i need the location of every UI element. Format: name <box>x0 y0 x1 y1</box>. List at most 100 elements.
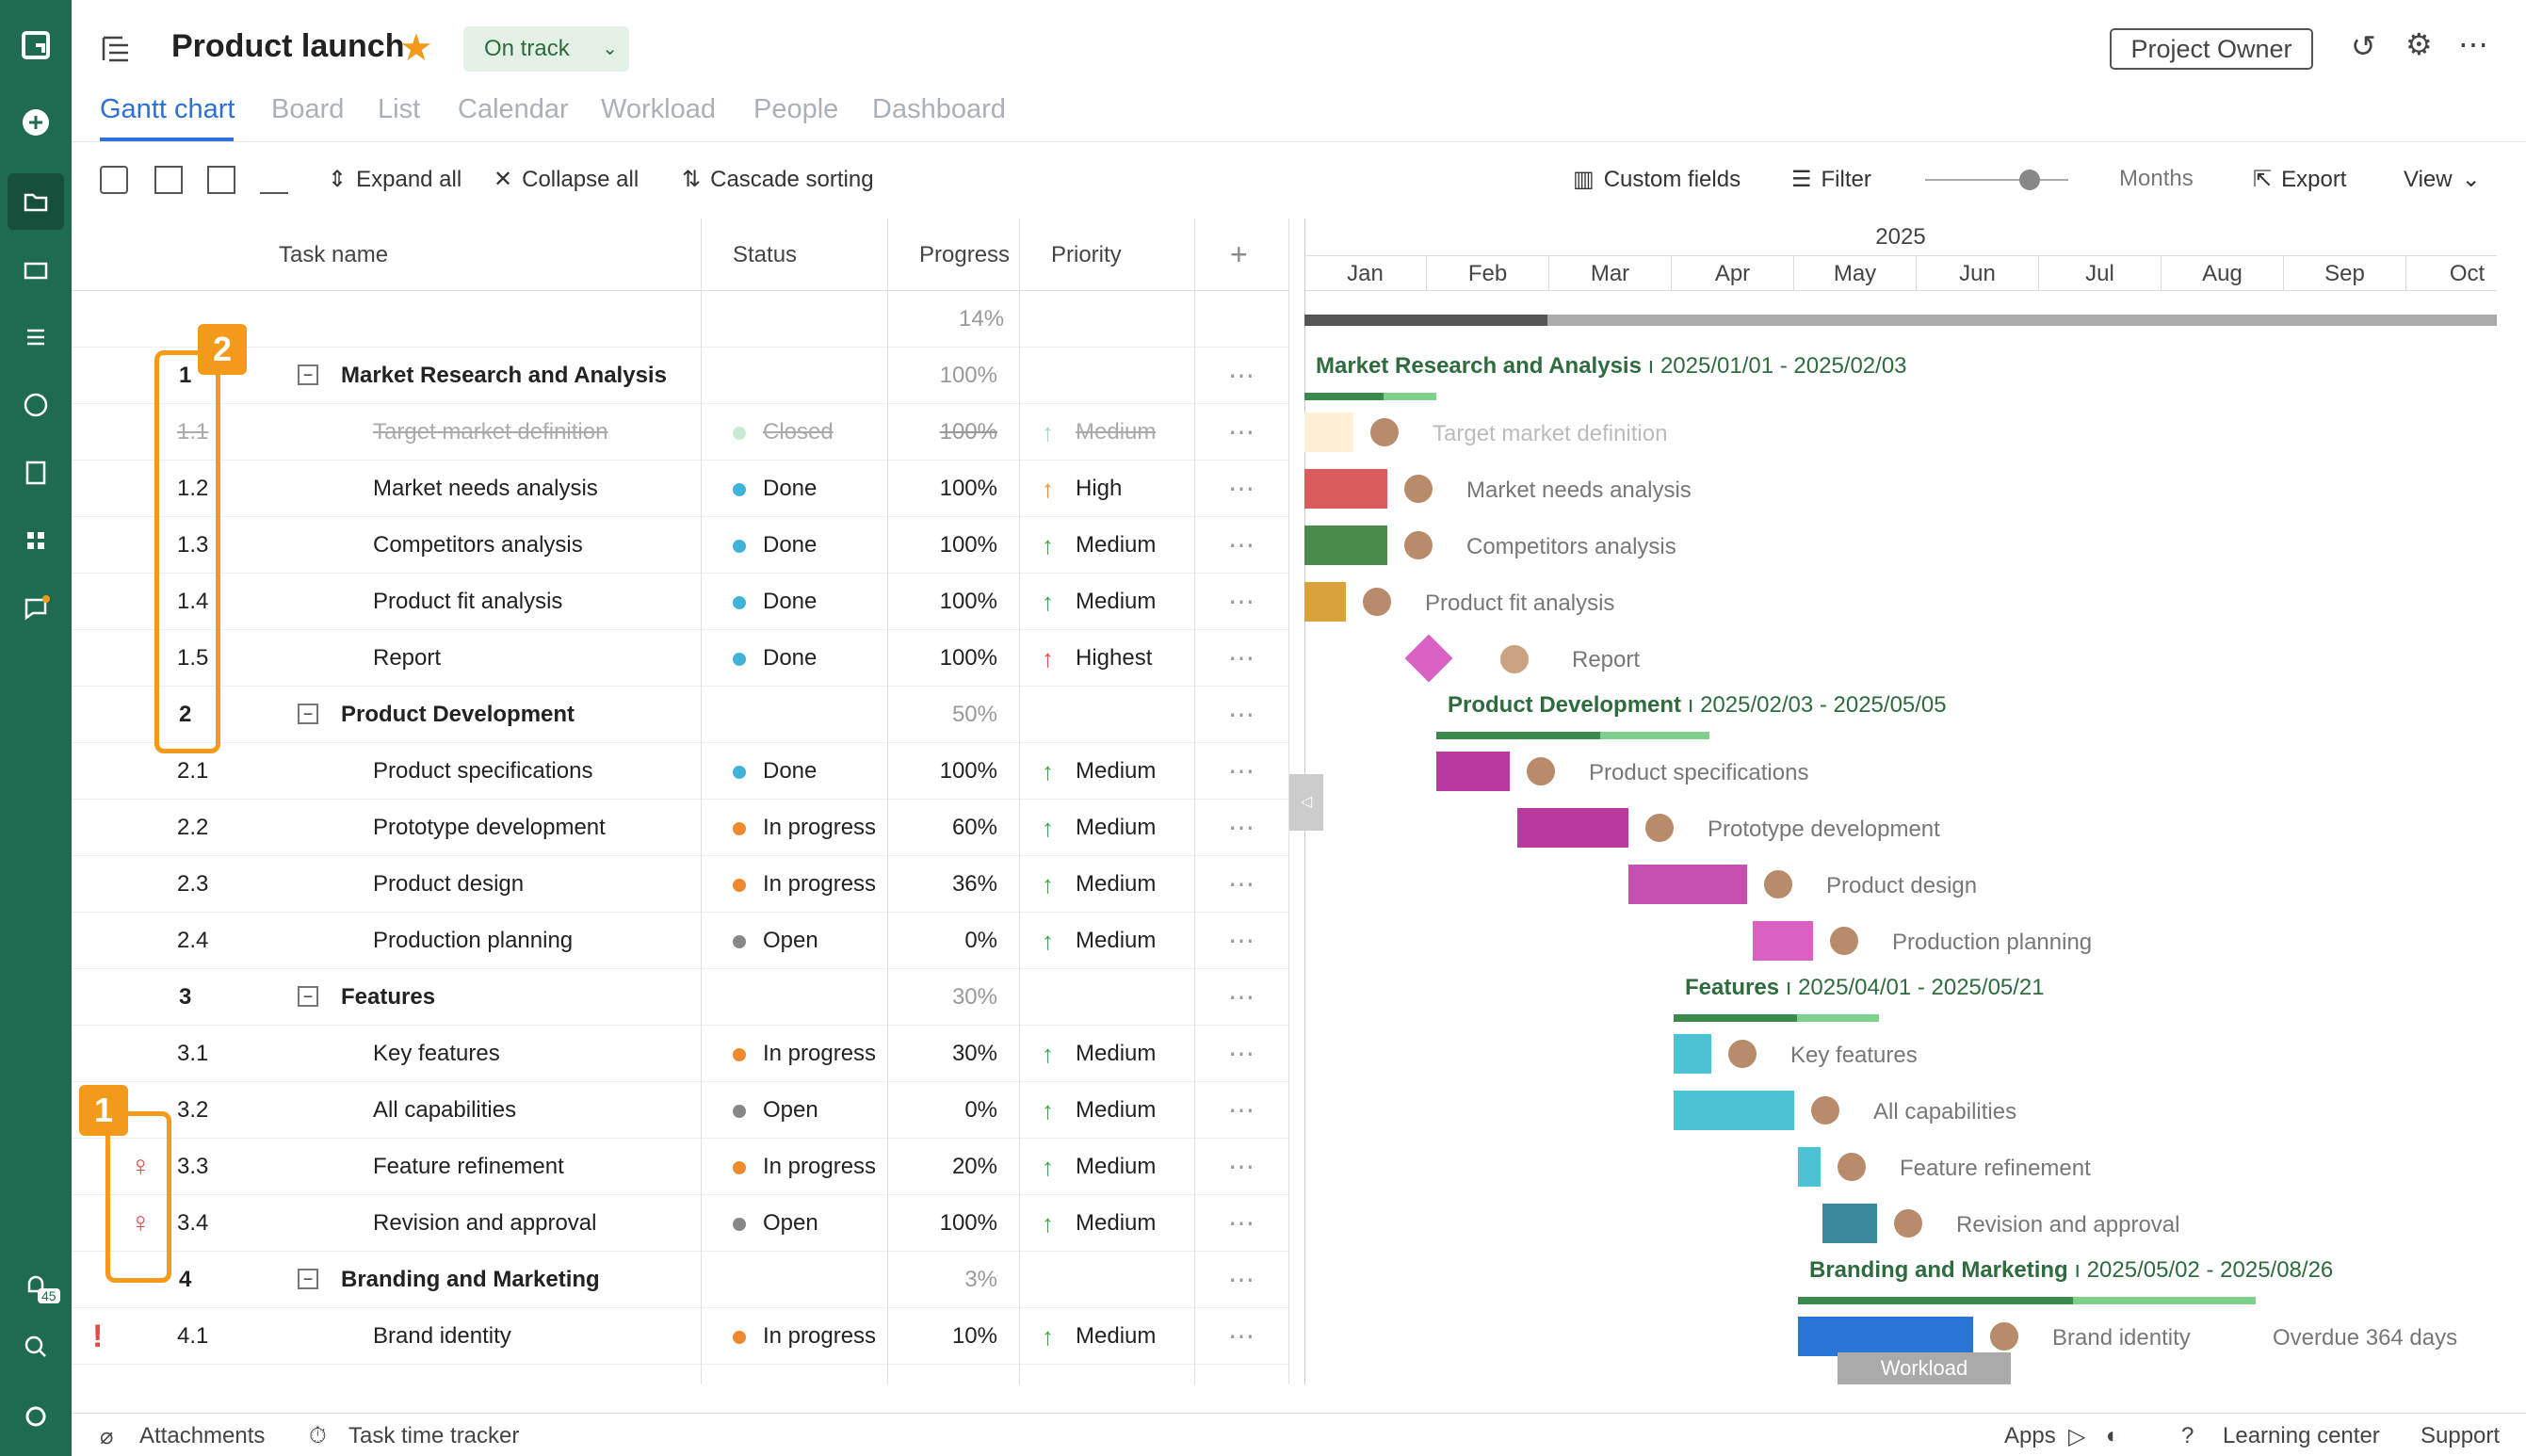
export-button[interactable]: ⇱ Export <box>2253 166 2346 193</box>
select-checkbox-icon[interactable] <box>100 166 128 194</box>
task-bar[interactable] <box>1674 1091 1794 1130</box>
collapse-group-icon[interactable]: − <box>298 1269 318 1289</box>
task-status[interactable]: Done <box>763 517 817 574</box>
task-name[interactable]: Competitors analysis <box>373 517 583 574</box>
portfolio-icon[interactable] <box>0 241 72 298</box>
collapse-group-icon[interactable]: − <box>298 364 318 385</box>
column-header-progress[interactable]: Progress <box>919 218 1010 291</box>
status-badge[interactable]: On track ⌄ <box>463 26 629 72</box>
assignee-avatar[interactable] <box>1726 1038 1758 1070</box>
search-icon[interactable] <box>0 1318 72 1375</box>
table-row[interactable]: 3.4 Revision and approval Open 100% ↑ Medium ⋯ <box>72 1195 1289 1252</box>
task-priority[interactable]: Medium <box>1076 743 1156 800</box>
gantt-task-label[interactable]: Brand identity <box>2052 1325 2191 1351</box>
apps-link[interactable]: Apps <box>2004 1423 2056 1449</box>
apps-grid-icon[interactable] <box>0 512 72 569</box>
expand-all-button[interactable]: ⇕ Expand all <box>328 166 461 193</box>
tab-board[interactable]: Board <box>271 94 344 125</box>
assignee-avatar[interactable] <box>1498 643 1530 675</box>
baseline-tool-icon[interactable] <box>260 166 288 194</box>
task-priority[interactable]: Medium <box>1076 517 1156 574</box>
workload-toggle[interactable]: Workload <box>1838 1352 2011 1384</box>
apple-icon[interactable]: ◐ <box>2106 1423 2120 1449</box>
task-priority[interactable]: Medium <box>1076 800 1156 856</box>
table-row[interactable]: 2.1 Product specifications Done 100% ↑ Medium… <box>72 743 1289 800</box>
zoom-slider[interactable] <box>1925 179 2068 181</box>
assignee-avatar[interactable] <box>1525 755 1557 787</box>
gear-icon[interactable]: ⚙ <box>2405 26 2433 62</box>
task-bar[interactable] <box>1798 1147 1821 1187</box>
assignee-avatar[interactable] <box>1988 1320 2020 1352</box>
more-options-icon[interactable]: ⋯ <box>2458 26 2488 62</box>
task-status[interactable]: In progress <box>763 1308 876 1365</box>
task-status[interactable]: Done <box>763 574 817 630</box>
milestone-diamond[interactable] <box>1404 634 1453 683</box>
assignee-avatar[interactable] <box>1828 925 1860 957</box>
row-more-icon[interactable]: ⋯ <box>1228 1308 1255 1365</box>
tab-list[interactable]: List <box>378 94 420 125</box>
task-bar[interactable] <box>1628 865 1747 904</box>
row-more-icon[interactable]: ⋯ <box>1228 913 1255 969</box>
task-priority[interactable]: Medium <box>1076 404 1156 461</box>
task-name[interactable]: Target market definition <box>373 404 607 461</box>
logo-icon[interactable] <box>0 17 72 73</box>
task-name[interactable]: Market Research and Analysis <box>341 348 667 404</box>
group-row[interactable]: 4 − Branding and Marketing 3% ⋯ <box>72 1252 1289 1308</box>
task-priority[interactable]: Medium <box>1076 1195 1156 1252</box>
table-row[interactable]: 3.1 Key features In progress 30% ↑ Medium ⋯ <box>72 1026 1289 1082</box>
row-more-icon[interactable]: ⋯ <box>1228 517 1255 574</box>
gantt-task-label[interactable]: All capabilities <box>1873 1099 2016 1125</box>
clock-icon[interactable] <box>0 377 72 433</box>
task-bar[interactable] <box>1517 808 1628 848</box>
task-status[interactable]: Done <box>763 743 817 800</box>
table-row[interactable]: 1.3 Competitors analysis Done 100% ↑ Medium ⋯ <box>72 517 1289 574</box>
task-bar[interactable] <box>1304 469 1387 509</box>
collapse-all-button[interactable]: ✕ Collapse all <box>494 166 639 193</box>
zoom-slider-handle[interactable] <box>2019 170 2040 190</box>
tab-people[interactable]: People <box>753 94 838 125</box>
assignee-avatar[interactable] <box>1836 1151 1868 1183</box>
gantt-task-label[interactable]: Product fit analysis <box>1425 590 1614 617</box>
history-icon[interactable]: ↺ <box>2351 28 2376 64</box>
assignee-avatar[interactable] <box>1809 1094 1841 1126</box>
collapse-group-icon[interactable]: − <box>298 986 318 1007</box>
task-bar[interactable] <box>1436 752 1510 791</box>
task-priority[interactable]: Highest <box>1076 630 1152 687</box>
gantt-task-label[interactable]: Report <box>1572 647 1640 673</box>
assignee-avatar[interactable] <box>1892 1207 1924 1239</box>
assignee-avatar[interactable] <box>1402 473 1434 505</box>
task-name[interactable]: Features <box>341 969 435 1026</box>
task-name[interactable]: Product specifications <box>373 743 592 800</box>
list-icon[interactable] <box>0 309 72 365</box>
row-more-icon[interactable]: ⋯ <box>1228 348 1255 404</box>
gantt-task-label[interactable]: Production planning <box>1892 930 2092 956</box>
task-name[interactable]: Product design <box>373 856 524 913</box>
task-status[interactable]: Closed <box>763 404 834 461</box>
row-more-icon[interactable]: ⋯ <box>1228 800 1255 856</box>
task-name[interactable]: Feature refinement <box>373 1139 564 1195</box>
group-bar[interactable] <box>1674 1014 1879 1022</box>
task-bar[interactable] <box>1822 1204 1877 1243</box>
tab-dashboard[interactable]: Dashboard <box>872 94 1006 125</box>
cascade-sorting-button[interactable]: ⇅ Cascade sorting <box>682 166 874 193</box>
row-more-icon[interactable]: ⋯ <box>1228 969 1255 1026</box>
column-header-priority[interactable]: Priority <box>1051 218 1122 291</box>
group-bar[interactable] <box>1798 1297 2256 1304</box>
task-name[interactable]: Production planning <box>373 913 573 969</box>
table-row[interactable]: 2.4 Production planning Open 0% ↑ Medium ⋯ <box>72 913 1289 969</box>
tab-gantt-chart[interactable]: Gantt chart <box>100 94 235 125</box>
table-row[interactable]: 1.4 Product fit analysis Done 100% ↑ Medium ⋯ <box>72 574 1289 630</box>
table-row[interactable]: 3.2 All capabilities Open 0% ↑ Medium ⋯ <box>72 1082 1289 1139</box>
project-owner-button[interactable]: Project Owner <box>2110 28 2313 70</box>
task-status[interactable]: In progress <box>763 1139 876 1195</box>
task-status[interactable]: In progress <box>763 856 876 913</box>
group-bar[interactable] <box>1436 732 1709 739</box>
task-name[interactable]: Product Development <box>341 687 575 743</box>
group-row[interactable]: 1− Market Research and Analysis 100% ⋯ <box>72 348 1289 404</box>
settings-icon[interactable] <box>0 1388 72 1445</box>
row-more-icon[interactable]: ⋯ <box>1228 574 1255 630</box>
star-icon[interactable]: ★ <box>399 26 433 70</box>
table-row[interactable]: 3.3 Feature refinement In progress 20% ↑ Medi… <box>72 1139 1289 1195</box>
view-button[interactable]: View ⌄ <box>2404 166 2481 193</box>
notifications-icon[interactable] <box>0 1256 72 1313</box>
